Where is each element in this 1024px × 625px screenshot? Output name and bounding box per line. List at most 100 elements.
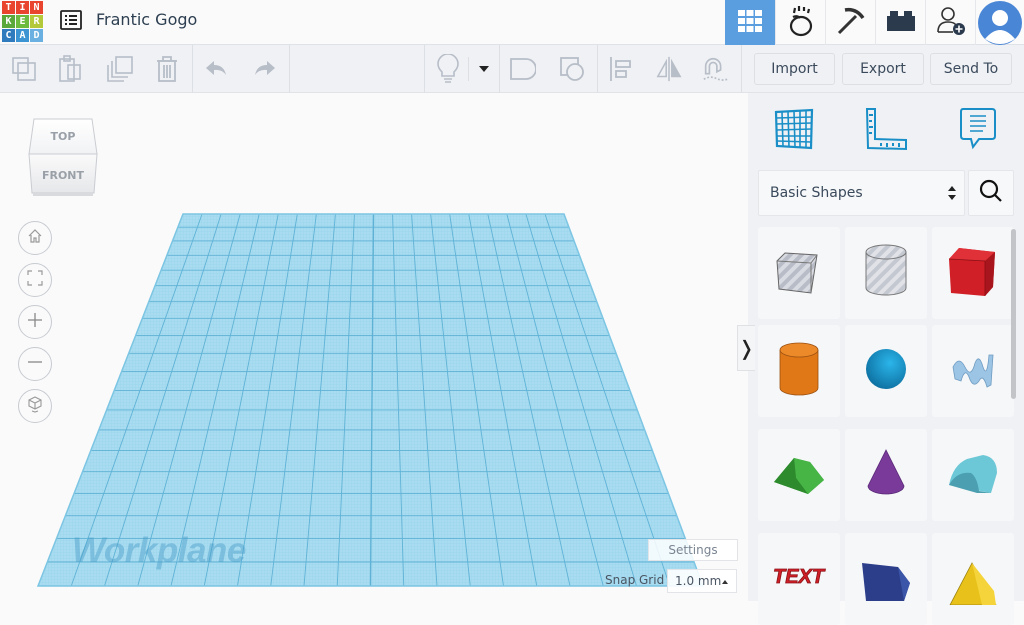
shape-tile-pyramid[interactable] (932, 533, 1014, 625)
toolbar-divider (424, 45, 425, 93)
caret-up-icon (722, 580, 728, 584)
snap-grid-value: 1.0 mm (675, 574, 722, 588)
polygon-shape-icon (858, 561, 914, 605)
shape-search-button[interactable] (968, 170, 1014, 216)
shape-tile-cone[interactable] (845, 429, 927, 521)
panel-toggle-button[interactable]: ❭ (737, 325, 755, 371)
shape-tile-text[interactable]: TEXT (758, 533, 840, 625)
edit-toolbar: Import Export Send To (0, 45, 1024, 93)
grid-icon (738, 9, 762, 36)
home-view-button[interactable] (18, 221, 52, 255)
ruler-icon (864, 107, 908, 155)
text-shape-icon: TEXT (771, 561, 827, 595)
zoom-in-icon (27, 312, 43, 332)
light-bulb-icon[interactable] (434, 54, 462, 83)
undo-icon[interactable] (203, 55, 231, 83)
workplane-icon (773, 108, 815, 154)
shape-category-select[interactable]: Basic Shapes (758, 170, 965, 216)
toolbar-divider (192, 45, 193, 93)
box-hole-shape-icon (771, 243, 827, 303)
ungroup-icon[interactable] (558, 55, 586, 83)
delete-icon[interactable] (153, 55, 181, 83)
cone-shape-icon (866, 448, 906, 502)
ruler-tool-button[interactable] (862, 107, 910, 155)
logo-letter: I (16, 1, 29, 14)
logo-letter: N (30, 1, 43, 14)
shapes-scrollbar[interactable] (1011, 229, 1016, 399)
shape-tile-round-roof[interactable] (932, 429, 1014, 521)
toolbar-divider (468, 57, 469, 81)
dropdown-caret-icon[interactable] (470, 55, 498, 83)
redo-icon[interactable] (250, 55, 278, 83)
duplicate-icon[interactable] (106, 55, 134, 83)
shape-tile-polygon[interactable] (845, 533, 927, 625)
3d-design-button[interactable] (725, 0, 775, 45)
send-to-button[interactable]: Send To (930, 53, 1012, 85)
mirror-icon[interactable] (655, 55, 683, 83)
shapes-panel: Basic Shapes TEXT (748, 93, 1024, 625)
toolbar-divider (499, 45, 500, 93)
align-icon[interactable] (607, 55, 635, 83)
view-cube[interactable]: TOP FRONT (28, 117, 98, 197)
fit-view-button[interactable] (18, 263, 52, 297)
logo-letter: E (16, 15, 29, 28)
scribble-shape-icon (949, 345, 997, 397)
notes-icon (959, 107, 997, 155)
ortho-view-button[interactable] (18, 389, 52, 423)
toolbar-divider (597, 45, 598, 93)
add-user-icon (936, 6, 966, 40)
copy-icon[interactable] (10, 55, 38, 83)
cylinder-hole-shape-icon (861, 242, 911, 304)
round-roof-shape-icon (947, 451, 999, 499)
logo-letter: R (30, 15, 43, 28)
notes-tool-button[interactable] (954, 107, 1002, 155)
shape-tile-scribble[interactable] (932, 325, 1014, 417)
design-title[interactable]: Frantic Gogo (96, 10, 197, 29)
box-shape-icon (945, 243, 1001, 303)
logo-letter: D (30, 29, 43, 42)
group-icon[interactable] (508, 55, 536, 83)
hand-icon (787, 5, 815, 41)
roof-shape-icon (772, 450, 826, 500)
workplane[interactable] (0, 93, 748, 601)
shape-tile-sphere[interactable] (845, 325, 927, 417)
toolbar-divider (289, 45, 290, 93)
zoom-out-button[interactable] (18, 347, 52, 381)
tinkercad-logo[interactable]: TIN KER CAD (2, 1, 45, 43)
workplane-settings-button[interactable]: Settings (648, 539, 738, 561)
updown-arrows-icon (948, 186, 956, 204)
zoom-in-button[interactable] (18, 305, 52, 339)
snap-grid-select[interactable]: 1.0 mm (667, 569, 737, 593)
cruise-icon[interactable] (701, 55, 729, 83)
shape-tile-cylinder[interactable] (758, 325, 840, 417)
user-avatar[interactable] (975, 0, 1024, 45)
workplane-tool-button[interactable] (770, 107, 818, 155)
lego-button[interactable] (875, 0, 925, 45)
export-button[interactable]: Export (842, 53, 924, 85)
design-list-icon[interactable] (60, 10, 82, 30)
viewcube-top-label[interactable]: TOP (28, 130, 98, 143)
shape-tile-roof[interactable] (758, 429, 840, 521)
shape-tile-box-hole[interactable] (758, 227, 840, 319)
svg-text:TEXT: TEXT (773, 566, 826, 588)
fit-view-icon (27, 270, 43, 290)
paste-icon[interactable] (56, 55, 84, 83)
home-icon (27, 228, 43, 248)
search-icon (979, 179, 1003, 207)
sphere-shape-icon (864, 347, 908, 395)
brick-icon (886, 10, 915, 35)
3d-viewport[interactable]: Workplane TOP FRONT Settings Snap Grid 1… (0, 93, 748, 601)
minecraft-button[interactable] (825, 0, 875, 45)
pickaxe-icon (836, 6, 866, 40)
import-button[interactable]: Import (754, 53, 835, 85)
top-nav (725, 0, 1024, 45)
codeblocks-button[interactable] (775, 0, 825, 45)
logo-letter: K (2, 15, 15, 28)
logo-letter: C (2, 29, 15, 42)
viewcube-front-label[interactable]: FRONT (28, 169, 98, 182)
snap-grid-label: Snap Grid (605, 573, 665, 587)
shape-tile-cylinder-hole[interactable] (845, 227, 927, 319)
shape-tile-box[interactable] (932, 227, 1014, 319)
invite-user-button[interactable] (925, 0, 975, 45)
pyramid-shape-icon (948, 561, 998, 609)
